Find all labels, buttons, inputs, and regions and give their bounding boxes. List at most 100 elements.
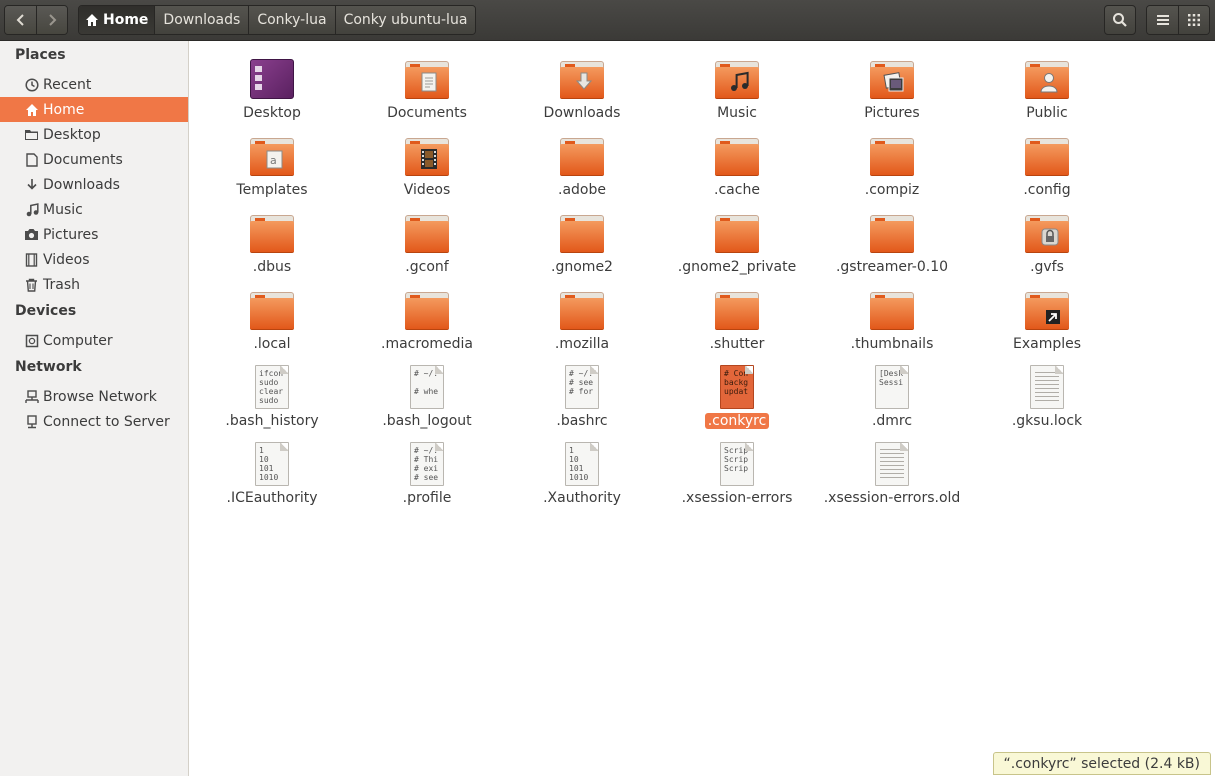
file-item-public[interactable]: Public (972, 55, 1122, 132)
sidebar-item-browse-network[interactable]: Browse Network (0, 384, 188, 409)
file-item-dot-conkyrc[interactable]: # Con backg updat .conkyrc (662, 363, 812, 440)
grid-icon (1188, 14, 1200, 26)
file-name: .conkyrc (704, 413, 770, 429)
sidebar: Places Recent Home Desktop Documents Dow… (0, 41, 189, 776)
text-file-icon: 1 10 101 1010 (248, 440, 296, 488)
file-name: Pictures (864, 105, 920, 121)
sidebar-item-label: Desktop (43, 126, 101, 143)
file-item-dot-profile[interactable]: # ~/. # Thi # exi # see .profile (352, 440, 502, 517)
film-icon (24, 252, 39, 267)
sidebar-item-documents[interactable]: Documents (0, 147, 188, 172)
file-name: .dmrc (871, 413, 913, 429)
file-name: .profile (402, 490, 452, 506)
file-name: .gvfs (1030, 259, 1064, 275)
blank-file-icon (868, 440, 916, 488)
file-item-dot-bash-history[interactable]: ifcon sudo clear sudo .bash_history (197, 363, 347, 440)
file-item-dot-thumbnails[interactable]: .thumbnails (817, 286, 967, 363)
file-name: .xsession-errors (681, 490, 793, 506)
sidebar-item-label: Connect to Server (43, 413, 170, 430)
file-item-desktop[interactable]: Desktop (197, 55, 347, 132)
file-item-dot-iceauthority[interactable]: 1 10 101 1010 .ICEauthority (197, 440, 347, 517)
folder-icon (868, 132, 916, 180)
sidebar-section-places: Places (15, 47, 66, 63)
file-item-documents[interactable]: Documents (352, 55, 502, 132)
file-item-dot-xauthority[interactable]: 1 10 101 1010 .Xauthority (507, 440, 657, 517)
folder-icon (558, 209, 606, 257)
sidebar-item-pictures[interactable]: Pictures (0, 222, 188, 247)
breadcrumb-label: Downloads (163, 12, 241, 28)
forward-button[interactable] (36, 6, 67, 34)
chevron-left-icon (16, 14, 24, 26)
search-icon (1113, 13, 1127, 27)
file-item-music[interactable]: Music (662, 55, 812, 132)
sidebar-item-label: Computer (43, 332, 113, 349)
folder-icon (868, 209, 916, 257)
file-item-dot-mozilla[interactable]: .mozilla (507, 286, 657, 363)
text-file-icon: # ~/. # whe (403, 363, 451, 411)
file-item-dot-xsession-errors[interactable]: Scrip Scrip Scrip .xsession-errors (662, 440, 812, 517)
sidebar-item-label: Pictures (43, 226, 99, 243)
file-item-dot-bash-logout[interactable]: # ~/. # whe .bash_logout (352, 363, 502, 440)
file-item-dot-gksu-lock[interactable]: .gksu.lock (972, 363, 1122, 440)
file-item-dot-bashrc[interactable]: # ~/. # see # for .bashrc (507, 363, 657, 440)
pictures-icon (883, 71, 905, 93)
file-item-dot-shutter[interactable]: .shutter (662, 286, 812, 363)
folder-icon (1023, 286, 1071, 334)
home-icon (86, 14, 98, 26)
file-item-dot-compiz[interactable]: .compiz (817, 132, 967, 209)
folder-icon (248, 286, 296, 334)
sidebar-item-label: Home (43, 101, 85, 118)
sidebar-item-computer[interactable]: Computer (0, 328, 188, 353)
file-item-dot-local[interactable]: .local (197, 286, 347, 363)
sidebar-item-recent[interactable]: Recent (0, 72, 188, 97)
file-item-dot-dbus[interactable]: .dbus (197, 209, 347, 286)
file-name: Videos (403, 182, 451, 198)
breadcrumb: Home Downloads Conky-lua Conky ubuntu-lu… (78, 5, 477, 35)
file-item-templates[interactable]: a Templates (197, 132, 347, 209)
file-item-dot-gstreamer-0-10[interactable]: .gstreamer-0.10 (817, 209, 967, 286)
sidebar-item-music[interactable]: Music (0, 197, 188, 222)
person-icon (1038, 71, 1060, 93)
file-item-examples[interactable]: Examples (972, 286, 1122, 363)
file-item-dot-gconf[interactable]: .gconf (352, 209, 502, 286)
grid-view-button[interactable] (1178, 6, 1209, 34)
file-item-dot-cache[interactable]: .cache (662, 132, 812, 209)
breadcrumb-conky-lua[interactable]: Conky-lua (248, 6, 335, 34)
folder-icon (558, 132, 606, 180)
sidebar-item-label: Documents (43, 151, 123, 168)
file-item-videos[interactable]: Videos (352, 132, 502, 209)
sidebar-item-videos[interactable]: Videos (0, 247, 188, 272)
text-file-icon: ifcon sudo clear sudo (248, 363, 296, 411)
folder-icon (558, 55, 606, 103)
blank-file-icon (1023, 363, 1071, 411)
document-icon (24, 152, 39, 167)
file-item-dot-macromedia[interactable]: .macromedia (352, 286, 502, 363)
sidebar-item-home[interactable]: Home (0, 97, 188, 122)
sidebar-item-connect-to-server[interactable]: Connect to Server (0, 409, 188, 434)
list-view-button[interactable] (1147, 6, 1178, 34)
file-item-dot-gnome2[interactable]: .gnome2 (507, 209, 657, 286)
breadcrumb-label: Conky-lua (257, 12, 327, 28)
file-item-dot-dmrc[interactable]: [Desk Sessi .dmrc (817, 363, 967, 440)
file-name: Templates (236, 182, 308, 198)
text-file-icon: # Con backg updat (713, 363, 761, 411)
sidebar-item-desktop[interactable]: Desktop (0, 122, 188, 147)
sidebar-item-trash[interactable]: Trash (0, 272, 188, 297)
download-icon (573, 71, 595, 93)
sidebar-item-downloads[interactable]: Downloads (0, 172, 188, 197)
file-item-downloads[interactable]: Downloads (507, 55, 657, 132)
file-item-dot-gnome2-private[interactable]: .gnome2_private (662, 209, 812, 286)
breadcrumb-conky-ubuntu-lua[interactable]: Conky ubuntu-lua (334, 6, 476, 34)
file-item-dot-gvfs[interactable]: .gvfs (972, 209, 1122, 286)
file-name: .gnome2_private (677, 259, 797, 275)
file-item-pictures[interactable]: Pictures (817, 55, 967, 132)
file-item-dot-xsession-errors-old[interactable]: .xsession-errors.old (817, 440, 967, 517)
search-button[interactable] (1104, 5, 1136, 35)
back-button[interactable] (5, 6, 36, 34)
breadcrumb-downloads[interactable]: Downloads (154, 6, 249, 34)
view-buttons (1146, 5, 1210, 35)
camera-icon (24, 227, 39, 242)
file-item-dot-config[interactable]: .config (972, 132, 1122, 209)
breadcrumb-home[interactable]: Home (79, 6, 155, 34)
file-item-dot-adobe[interactable]: .adobe (507, 132, 657, 209)
